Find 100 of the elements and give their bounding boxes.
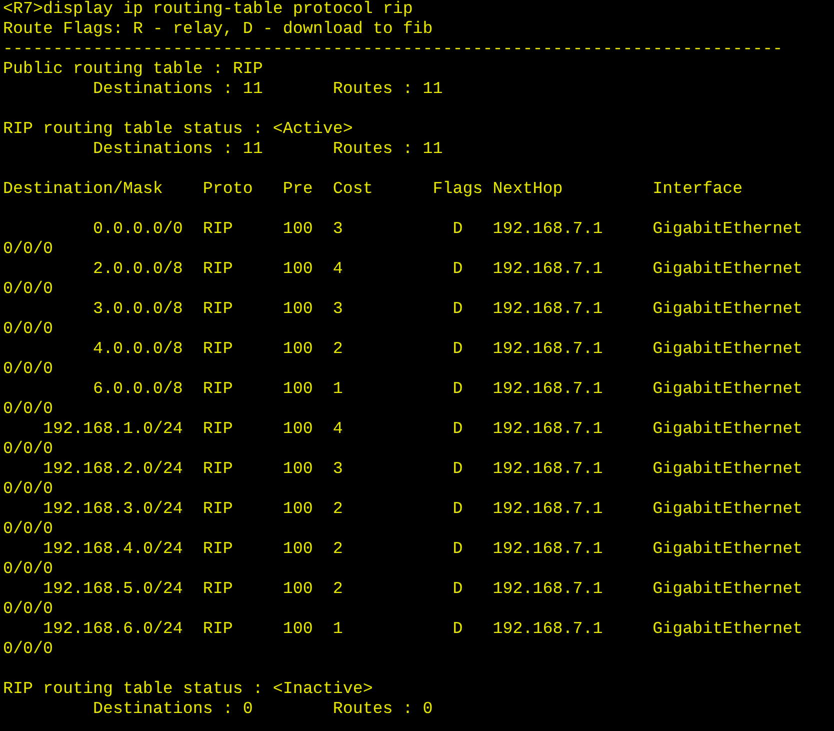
table-cell: GigabitEthernet	[652, 420, 803, 439]
table-cell: 100	[282, 300, 313, 319]
table-cell: 3.0.0.0/8	[92, 300, 183, 319]
table-cell: D	[452, 220, 463, 239]
table-cell: D	[452, 260, 463, 279]
section-title: Public routing table : RIP	[3, 60, 263, 79]
table-cell: GigabitEthernet	[652, 500, 803, 519]
table-cell: RIP	[202, 580, 233, 599]
table-cell: 192.168.7.1	[492, 620, 603, 639]
table-cell: 100	[282, 420, 313, 439]
table-cell: D	[452, 460, 463, 479]
table-cell: RIP	[202, 620, 233, 639]
table-cell: RIP	[202, 420, 233, 439]
table-cell: 192.168.7.1	[492, 380, 603, 399]
table-cell: 100	[282, 260, 313, 279]
table-cell: 3	[332, 220, 343, 239]
table-cell: 100	[282, 340, 313, 359]
table-cell: 6.0.0.0/8	[92, 380, 183, 399]
table-cell: GigabitEthernet	[652, 620, 803, 639]
table-cell: 192.168.7.1	[492, 340, 603, 359]
table-cell: 0/0/0	[3, 280, 53, 299]
table-cell: 192.168.2.0/24	[42, 460, 183, 479]
routes-count: Routes : 11	[332, 80, 443, 100]
section-title: RIP routing table status : <Active>	[3, 120, 353, 139]
table-cell: RIP	[202, 380, 233, 399]
table-cell: 100	[282, 380, 313, 399]
table-cell: GigabitEthernet	[652, 460, 803, 479]
table-cell: 0/0/0	[3, 480, 53, 499]
table-cell: 192.168.7.1	[492, 260, 603, 279]
table-cell: 1	[332, 380, 343, 399]
table-cell: 3	[332, 300, 343, 319]
destinations-count: Destinations : 0	[92, 700, 253, 719]
routes-count: Routes : 0	[332, 700, 433, 720]
table-cell: 192.168.7.1	[492, 580, 603, 599]
table-cell: D	[452, 340, 463, 359]
table-cell: 2	[332, 540, 343, 559]
column-header: Pre	[282, 180, 313, 199]
table-cell: 192.168.7.1	[492, 420, 603, 439]
table-cell: 192.168.7.1	[492, 540, 603, 559]
column-header: NextHop	[492, 180, 563, 199]
destinations-count: Destinations : 11	[92, 80, 263, 99]
table-cell: 192.168.7.1	[492, 460, 603, 479]
table-cell: 100	[282, 220, 313, 239]
table-cell: 2.0.0.0/8	[92, 260, 183, 279]
table-cell: RIP	[202, 220, 233, 239]
table-cell: RIP	[202, 540, 233, 559]
table-cell: GigabitEthernet	[652, 300, 803, 319]
command-line: <R7>display ip routing-table protocol rip	[3, 0, 413, 19]
table-cell: GigabitEthernet	[652, 380, 803, 399]
table-cell: 0.0.0.0/0	[92, 220, 183, 239]
table-cell: 100	[282, 620, 313, 639]
table-cell: 0/0/0	[3, 400, 53, 419]
table-cell: 192.168.1.0/24	[42, 420, 183, 439]
table-cell: 192.168.7.1	[492, 220, 603, 239]
table-cell: 0/0/0	[3, 600, 53, 619]
table-cell: RIP	[202, 340, 233, 359]
table-cell: 4	[332, 260, 343, 279]
table-cell: 0/0/0	[3, 640, 53, 659]
routes-count: Routes : 11	[332, 140, 443, 160]
table-cell: 192.168.6.0/24	[42, 620, 183, 639]
table-cell: 192.168.3.0/24	[42, 500, 183, 519]
table-cell: 192.168.5.0/24	[42, 580, 183, 599]
table-cell: 0/0/0	[3, 240, 53, 259]
table-cell: GigabitEthernet	[652, 580, 803, 599]
table-cell: 192.168.7.1	[492, 300, 603, 319]
column-header: Interface	[652, 180, 743, 199]
table-cell: RIP	[202, 300, 233, 319]
table-cell: D	[452, 620, 463, 639]
table-cell: 100	[282, 580, 313, 599]
table-cell: 4	[332, 420, 343, 439]
table-cell: 4.0.0.0/8	[92, 340, 183, 359]
table-cell: GigabitEthernet	[652, 340, 803, 359]
table-cell: D	[452, 420, 463, 439]
table-cell: GigabitEthernet	[652, 220, 803, 239]
table-cell: 100	[282, 500, 313, 519]
table-cell: 0/0/0	[3, 320, 53, 339]
table-cell: 1	[332, 620, 343, 639]
table-cell: 100	[282, 540, 313, 559]
destinations-count: Destinations : 11	[92, 140, 263, 159]
table-cell: 100	[282, 460, 313, 479]
table-cell: 192.168.4.0/24	[42, 540, 183, 559]
table-cell: RIP	[202, 500, 233, 519]
column-header: Flags	[432, 180, 483, 199]
table-cell: 0/0/0	[3, 560, 53, 579]
section-title: RIP routing table status : <Inactive>	[3, 680, 373, 699]
table-cell: RIP	[202, 260, 233, 279]
table-cell: 192.168.7.1	[492, 500, 603, 519]
column-header: Cost	[332, 180, 373, 199]
table-cell: 2	[332, 340, 343, 359]
table-cell: D	[452, 580, 463, 599]
column-header: Destination/Mask	[3, 180, 163, 199]
flags-legend: Route Flags: R - relay, D - download to fib	[3, 20, 433, 39]
table-cell: GigabitEthernet	[652, 260, 803, 279]
table-cell: D	[452, 540, 463, 559]
table-cell: 0/0/0	[3, 440, 53, 459]
table-cell: 0/0/0	[3, 360, 53, 379]
separator-line: ------------------------------------------------------------------------------	[3, 40, 783, 59]
table-cell: 3	[332, 460, 343, 479]
table-cell: 2	[332, 580, 343, 599]
table-cell: D	[452, 380, 463, 399]
